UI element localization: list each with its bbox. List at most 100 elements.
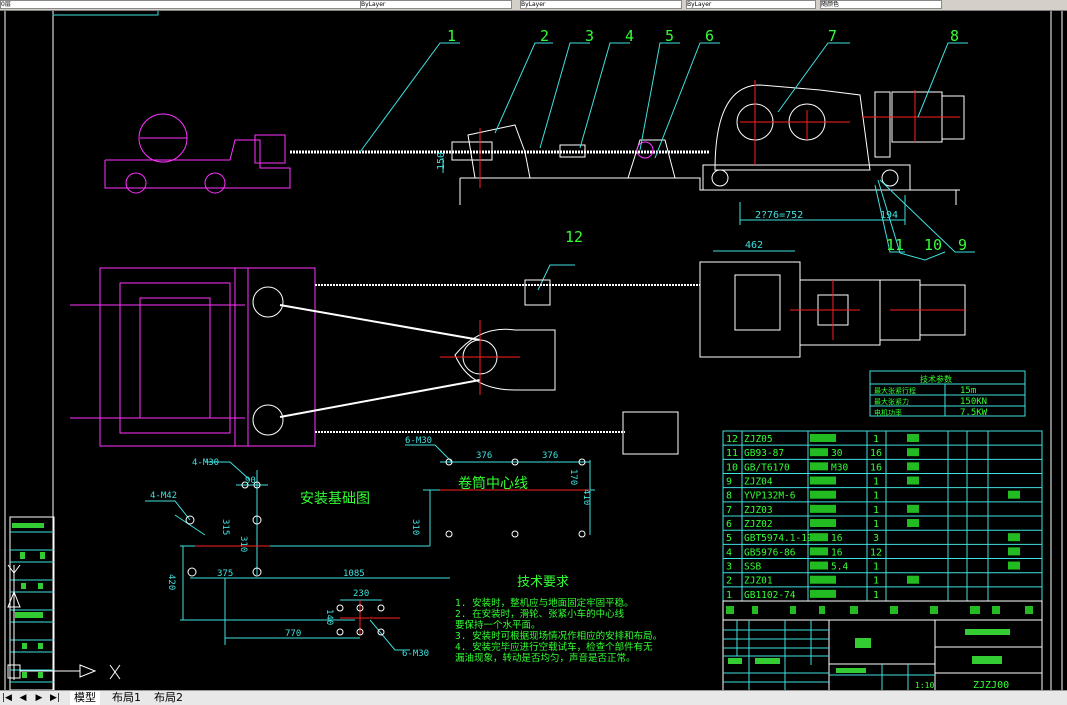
dim-170: 170 (568, 469, 578, 485)
dim-420: 420 (166, 574, 176, 590)
part-qty: 16 (870, 462, 882, 473)
part-spec: M30 (831, 462, 848, 473)
balloon-8: 8 (950, 27, 959, 45)
prev-tab-button[interactable]: ◀ (16, 692, 30, 704)
part-name-glyphs (810, 519, 836, 528)
tech-param-value: 15m (960, 386, 976, 396)
part-code: GB/T6170 (744, 462, 790, 473)
tab-layout2[interactable]: 布局2 (150, 691, 187, 705)
balloon-5: 5 (665, 27, 674, 45)
part-qty: 1 (873, 477, 879, 488)
dim-1085: 1085 (343, 569, 365, 579)
part-note-glyphs (1008, 561, 1020, 570)
part-note-glyphs (1008, 547, 1020, 556)
last-tab-button[interactable]: ▶| (48, 692, 62, 704)
elevation-view: 1 2 3 4 5 6 7 89101112 150 2?76=752 194 462 (104, 27, 975, 291)
bolt-label-6-m30-bottom: 6-M30 (402, 649, 429, 659)
color-value: ByLayer (361, 1, 386, 8)
parts-header-glyphs (992, 606, 1000, 614)
part-name-glyphs (810, 476, 836, 485)
plotstyle-dropdown[interactable]: 随颜色 (820, 0, 942, 9)
tab-layout1[interactable]: 布局1 (108, 691, 145, 705)
tech-requirement-line: 4. 安装完毕应进行空载试车，检查个部件有无 (455, 641, 653, 653)
parts-header-glyphs (790, 606, 796, 614)
layer-value: 0层 (1, 1, 11, 8)
part-name-glyphs (810, 448, 828, 457)
balloon-3: 3 (585, 27, 594, 45)
part-number: 11 (726, 448, 738, 459)
part-qty: 1 (873, 576, 879, 587)
tech-requirement-line: 3. 安装时可根据现场情况作相应的安排和布局。 (455, 630, 662, 642)
dim-310: 310 (238, 536, 248, 552)
tech-requirement-line: 漏油现象，转动是否均匀，声音是否正常。 (455, 652, 636, 664)
parts-row: 10 GB/T6170 M30 16 (726, 462, 919, 473)
parts-row: 1 GB1102-74 1 (726, 589, 879, 601)
dim-770: 770 (285, 629, 301, 639)
parts-list: 12 ZJZ05 111 GB93-87 30 1610 GB/T6170 M30 169 ZJZ… (722, 430, 1043, 614)
part-code: GB1102-74 (744, 590, 796, 601)
part-code: ZJZ05 (744, 434, 773, 445)
layout-tab-bar: |◀ ◀ ▶ ▶| 模型 布局1 布局2 (0, 690, 1067, 705)
tech-params-title: 技术参数 (920, 374, 952, 384)
balloon-11: 11 (886, 236, 904, 254)
drawing-canvas[interactable]: 1 2 3 4 5 6 7 8 9 10 11 12 150 2?76=752 194 462 (0, 11, 1067, 694)
part-number: 10 (726, 462, 738, 473)
part-number: 8 (726, 491, 732, 502)
part-qty: 16 (870, 448, 882, 459)
part-qty: 1 (873, 505, 879, 516)
cad-drawing: 1 2 3 4 5 6 7 89101112 150 2?76=752 194 462 (4, 11, 1063, 694)
balloon-7: 7 (828, 27, 837, 45)
dim-140: 140 (324, 609, 334, 625)
tech-requirement-line: 1. 安装时，整机应与地面固定牢固平稳。 (455, 597, 634, 609)
part-spec: 16 (831, 533, 843, 544)
bolt-label-4-m42: 4-M42 (150, 491, 177, 501)
tab-model[interactable]: 模型 (70, 691, 100, 705)
part-material-glyphs (907, 476, 919, 485)
first-tab-button[interactable]: |◀ (0, 692, 14, 704)
part-material-glyphs (907, 519, 919, 528)
balloon-12: 12 (565, 228, 583, 246)
parts-row: 3 SSB 5.4 1 (726, 561, 1020, 573)
part-name-glyphs (810, 434, 836, 442)
parts-header-glyphs (1025, 606, 1033, 614)
parts-header-glyphs (726, 606, 734, 614)
next-tab-button[interactable]: ▶ (32, 692, 46, 704)
part-number: 7 (726, 505, 732, 516)
part-code: GB93-87 (744, 448, 784, 459)
dim-2776: 2?76=752 (755, 210, 803, 221)
part-spec: 16 (831, 547, 843, 558)
tech-param-label: 最大张紧行程 (874, 386, 916, 395)
parts-row: 12 ZJZ05 1 (726, 434, 919, 445)
part-number: 2 (726, 576, 732, 587)
balloon-6: 6 (705, 27, 714, 45)
dim-376-a: 376 (476, 451, 492, 461)
tech-requirements: 技术要求 1. 安装时，整机应与地面固定牢固平稳。2. 在安装时，滑轮、张紧小车… (455, 575, 662, 664)
part-code: ZJZ04 (744, 477, 773, 488)
color-dropdown[interactable]: ByLayer (360, 0, 512, 9)
tech-param-label: 最大张紧力 (874, 397, 909, 406)
lineweight-dropdown[interactable]: ByLayer (686, 0, 816, 9)
balloon-2: 2 (540, 27, 549, 45)
part-name-glyphs (810, 575, 836, 584)
plotstyle-value: 随颜色 (821, 1, 840, 8)
balloon-9: 9 (958, 236, 967, 254)
part-name-glyphs (810, 547, 828, 556)
tech-param-value: 7.5KW (960, 408, 988, 418)
part-material-glyphs (907, 504, 919, 513)
title-block: 1:10 ZJZJ00 (722, 600, 1043, 694)
part-material-glyphs (907, 448, 919, 457)
part-name-glyphs (810, 490, 836, 499)
part-material-glyphs (907, 462, 919, 471)
parts-header-glyphs (890, 606, 898, 614)
parts-row: 4 GB5976-86 16 12 (726, 547, 1020, 558)
parts-row: 8 YVP132M-6 1 (726, 490, 1020, 502)
part-material-glyphs (907, 575, 919, 584)
drawing-number: ZJZJ00 (973, 680, 1009, 690)
part-qty: 1 (873, 590, 879, 601)
part-note-glyphs (1008, 490, 1020, 499)
linetype-dropdown[interactable]: ByLayer (520, 0, 682, 9)
part-number: 6 (726, 519, 732, 530)
dim-194: 194 (880, 210, 898, 221)
part-material-glyphs (907, 434, 919, 442)
part-name-glyphs (810, 533, 828, 542)
